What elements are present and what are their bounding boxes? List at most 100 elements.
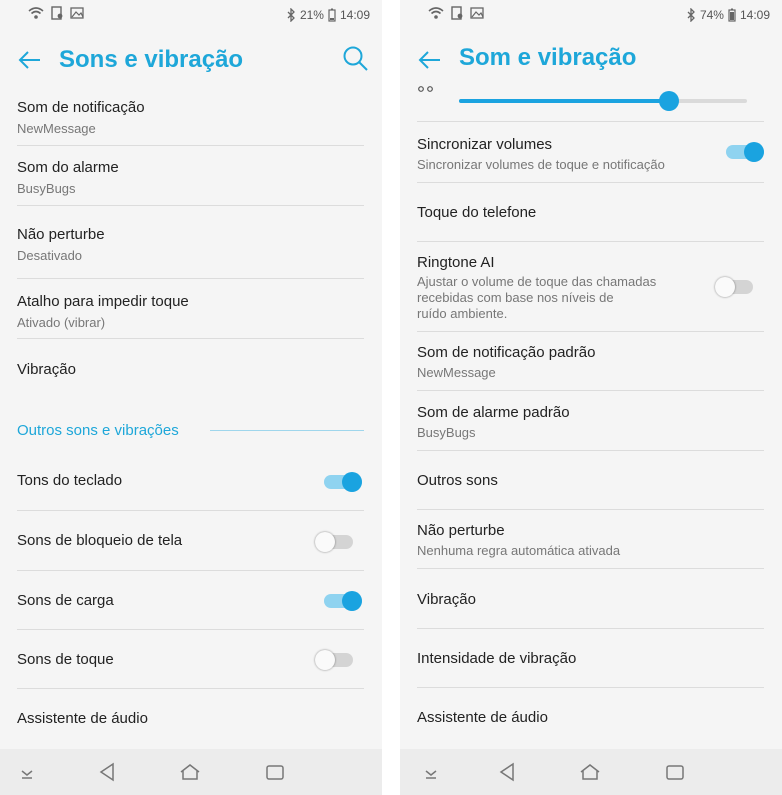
toggle-row-keyboard-tones[interactable]: Tons do teclado [0,466,382,498]
setting-audio-assistant[interactable]: Assistente de áudio [0,704,382,736]
search-icon[interactable] [340,44,370,74]
divider [417,390,764,391]
collapse-icon[interactable] [420,761,442,783]
divider [417,331,764,332]
clock: 14:09 [339,8,370,22]
setting-label: Ringtone AI [417,254,495,271]
toggle-row-lock-sounds[interactable]: Sons de bloqueio de tela [0,526,382,558]
battery-percent: 74% [699,8,724,22]
setting-sync-volumes[interactable]: Sincronizar volumes Sincronizar volumes … [400,132,782,176]
setting-value: NewMessage [417,365,496,380]
toggle-switch[interactable] [324,472,362,492]
setting-label: Som de notificação [17,99,145,116]
recents-icon[interactable] [264,761,286,783]
section-divider [210,430,364,431]
setting-label: Sons de bloqueio de tela [17,532,183,549]
setting-audio-assistant[interactable]: Assistente de áudio [400,703,782,733]
toggle-switch[interactable] [315,650,353,670]
toggle-switch[interactable] [315,532,353,552]
setting-label: Sincronizar volumes [417,136,553,153]
left-screen: 21% 14:09 Sons e vibração Som de notific… [0,0,382,795]
setting-alarm-sound[interactable]: Som do alarme BusyBugs [0,155,382,205]
status-bar: 21% 14:09 [0,0,382,32]
recents-icon[interactable] [664,761,686,783]
setting-label: Sons de carga [17,592,114,609]
setting-value: BusyBugs [417,425,476,440]
setting-value: BusyBugs [17,181,76,196]
back-triangle-icon[interactable] [96,761,118,783]
toggle-row-touch-sounds[interactable]: Sons de toque [0,645,382,677]
slider-fill [459,99,669,103]
toggle-switch[interactable] [715,277,753,297]
bluetooth-icon [687,8,695,22]
setting-vibration-intensity[interactable]: Intensidade de vibração [400,644,782,674]
divider [17,510,364,511]
image-icon [470,7,484,19]
setting-label: Toque do telefone [417,204,537,221]
image-icon [70,7,84,19]
toggle-row-charging-sounds[interactable]: Sons de carga [0,586,382,618]
setting-phone-ringtone[interactable]: Toque do telefone [400,198,782,228]
page-title: Som e vibração [459,44,637,71]
divider [417,509,764,510]
home-icon[interactable] [179,761,201,783]
divider [17,688,364,689]
divider [17,278,364,279]
file-settings-icon [51,6,63,20]
battery-icon [728,8,736,22]
setting-default-alarm-sound[interactable]: Som de alarme padrão BusyBugs [400,400,782,444]
toggle-switch[interactable] [726,142,764,162]
divider [417,121,764,122]
back-arrow-icon[interactable] [16,46,44,74]
setting-desc-line: ruído ambiente. [417,306,508,321]
collapse-icon[interactable] [16,761,38,783]
setting-label: Tons do teclado [17,472,123,489]
setting-ring-shortcut[interactable]: Atalho para impedir toque Ativado (vibra… [0,289,382,339]
setting-ringtone-ai[interactable]: Ringtone AI Ajustar o volume de toque da… [400,250,782,326]
setting-label: Som de notificação padrão [417,344,596,361]
setting-desc-line: recebidas com base nos níveis de [417,290,614,305]
setting-label: Atalho para impedir toque [17,293,189,310]
navigation-bar [0,749,382,795]
divider [17,570,364,571]
wifi-icon [28,7,44,19]
setting-label: Vibração [417,591,476,608]
setting-default-notification-sound[interactable]: Som de notificação padrão NewMessage [400,340,782,384]
setting-other-sounds[interactable]: Outros sons [400,466,782,496]
divider [17,338,364,339]
divider [417,628,764,629]
battery-icon [328,8,336,22]
setting-value: Ativado (vibrar) [17,315,106,330]
home-icon[interactable] [579,761,601,783]
file-settings-icon [451,6,463,20]
setting-do-not-disturb[interactable]: Não perturbe Desativado [0,222,382,272]
setting-notification-sound[interactable]: Som de notificação NewMessage [0,95,382,145]
divider [417,450,764,451]
setting-vibration[interactable]: Vibração [400,585,782,615]
setting-label: Não perturbe [17,226,105,243]
bluetooth-icon [287,8,295,22]
setting-label: Outros sons [417,472,498,489]
setting-label: Som de alarme padrão [417,404,570,421]
page-title: Sons e vibração [59,46,244,73]
divider [417,241,764,242]
navigation-bar [400,749,782,795]
back-triangle-icon[interactable] [496,761,518,783]
toggle-switch[interactable] [324,591,362,611]
app-bar: Som e vibração [400,38,782,84]
setting-value: NewMessage [17,121,96,136]
setting-label: Vibração [17,361,76,378]
wifi-icon [428,7,444,19]
divider [417,687,764,688]
right-screen: 74% 14:09 Som e vibração Sincronizar vol… [400,0,782,795]
clock: 14:09 [739,8,770,22]
battery-percent: 21% [299,8,324,22]
setting-vibration[interactable]: Vibração [0,358,382,388]
slider-thumb[interactable] [659,91,679,111]
back-arrow-icon[interactable] [416,46,444,74]
setting-value: Nenhuma regra automática ativada [417,543,621,558]
divider [417,568,764,569]
setting-label: Som do alarme [17,159,119,176]
setting-do-not-disturb[interactable]: Não perturbe Nenhuma regra automática at… [400,518,782,562]
divider [417,182,764,183]
